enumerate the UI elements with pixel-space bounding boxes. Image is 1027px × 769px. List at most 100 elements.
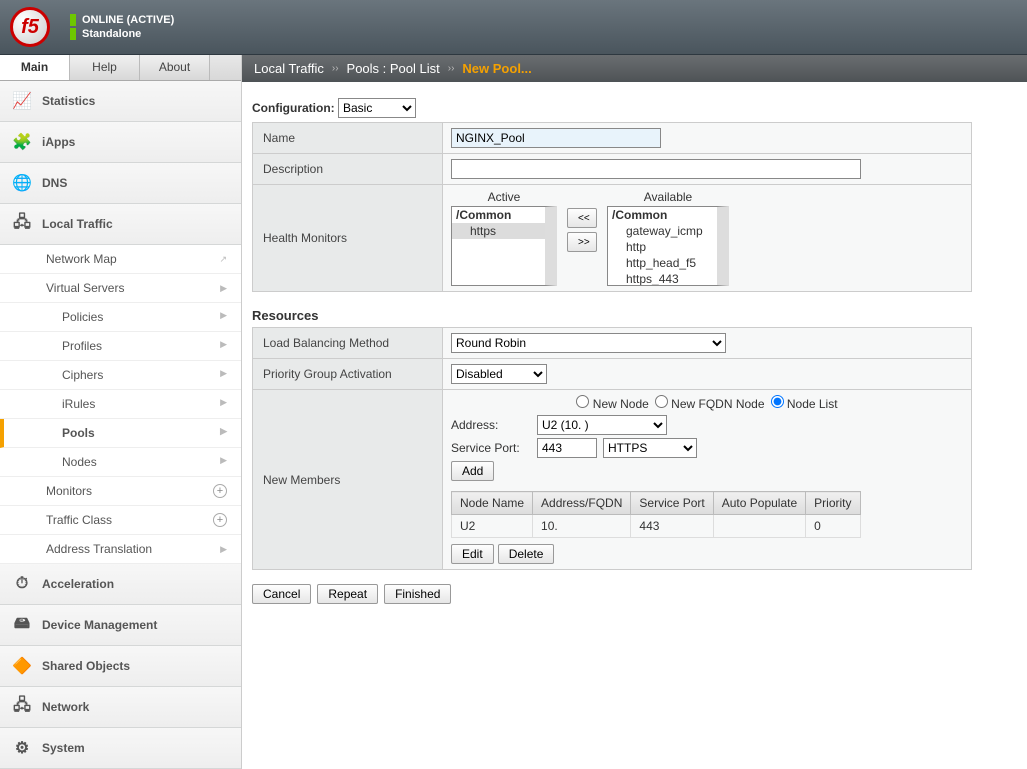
- breadcrumb-b[interactable]: Pools : Pool List: [347, 61, 440, 76]
- nav-profiles[interactable]: Profiles▶: [0, 332, 241, 361]
- nav-statistics[interactable]: 📈Statistics: [0, 81, 241, 122]
- nav-ciphers-label: Ciphers: [62, 368, 103, 382]
- radio-new-node-input[interactable]: [576, 395, 589, 408]
- radio-new-fqdn[interactable]: New FQDN Node: [655, 395, 765, 411]
- resources-heading: Resources: [252, 308, 1017, 323]
- breadcrumb: Local Traffic ›› Pools : Pool List ›› Ne…: [242, 55, 1027, 82]
- radio-new-fqdn-input[interactable]: [655, 395, 668, 408]
- nav-network[interactable]: 🖧Network: [0, 687, 241, 728]
- cell-node-name: U2: [452, 515, 533, 538]
- nav-iapps[interactable]: 🧩 iApps: [0, 122, 241, 163]
- edit-button[interactable]: Edit: [451, 544, 494, 564]
- tab-help[interactable]: Help: [70, 55, 140, 80]
- pga-label: Priority Group Activation: [253, 359, 443, 390]
- apps-icon: 🧩: [12, 132, 32, 152]
- chevron-right-icon: ▶: [220, 455, 227, 469]
- chevron-right-icon: ▶: [220, 426, 227, 440]
- lbm-select[interactable]: Round Robin: [451, 333, 726, 353]
- chevron-right-icon: ▶: [220, 310, 227, 324]
- nav-profiles-label: Profiles: [62, 339, 102, 353]
- lbm-label: Load Balancing Method: [253, 328, 443, 359]
- nav-virtual-servers[interactable]: Virtual Servers▶: [0, 274, 241, 303]
- server-icon: 🖴: [12, 615, 32, 635]
- service-protocol-select[interactable]: HTTPS: [603, 438, 697, 458]
- hm-active-listbox[interactable]: /Common https: [451, 206, 557, 286]
- hm-group-common: /Common: [452, 207, 545, 223]
- radio-node-list[interactable]: Node List: [771, 395, 838, 411]
- breadcrumb-current: New Pool...: [462, 61, 531, 76]
- breadcrumb-sep-icon: ››: [448, 63, 455, 74]
- breadcrumb-a[interactable]: Local Traffic: [254, 61, 324, 76]
- sidebar-tabs: Main Help About: [0, 55, 241, 81]
- pga-select[interactable]: Disabled: [451, 364, 547, 384]
- nav-irules[interactable]: iRules▶: [0, 390, 241, 419]
- hm-available-item[interactable]: https_443: [608, 271, 717, 286]
- nav-network-map[interactable]: Network Map ↗: [0, 245, 241, 274]
- nav-network-map-label: Network Map: [46, 252, 117, 266]
- nav-local-traffic[interactable]: 🖧Local Traffic: [0, 204, 241, 245]
- status-indicator-icon: [70, 14, 76, 26]
- cell-priority: 0: [806, 515, 860, 538]
- nav-address-translation[interactable]: Address Translation▶: [0, 535, 241, 564]
- app-header: f5 ONLINE (ACTIVE) Standalone: [0, 0, 1027, 55]
- mode-indicator-icon: [70, 28, 76, 40]
- nav-dns-label: DNS: [42, 176, 67, 190]
- hm-available-item[interactable]: gateway_icmp: [608, 223, 717, 239]
- logo-text: f5: [21, 16, 39, 39]
- sidebar: Main Help About 📈Statistics 🧩iApps 🌐DNS …: [0, 55, 242, 769]
- plus-circle-icon[interactable]: +: [213, 513, 227, 527]
- nav-traffic-class[interactable]: Traffic Class+: [0, 506, 241, 535]
- name-input[interactable]: [451, 128, 661, 148]
- nav-dns[interactable]: 🌐DNS: [0, 163, 241, 204]
- nav-monitors[interactable]: Monitors+: [0, 477, 241, 506]
- radio-new-node[interactable]: New Node: [576, 395, 648, 411]
- plus-circle-icon[interactable]: +: [213, 484, 227, 498]
- nav-shared-objects[interactable]: 🔶Shared Objects: [0, 646, 241, 687]
- tab-about[interactable]: About: [140, 55, 210, 80]
- table-row[interactable]: U2 10. 443 0: [452, 515, 861, 538]
- move-right-button[interactable]: >>: [567, 232, 597, 252]
- hm-available-item[interactable]: http_head_f5: [608, 255, 717, 271]
- members-table: Node Name Address/FQDN Service Port Auto…: [451, 491, 861, 538]
- cancel-button[interactable]: Cancel: [252, 584, 311, 604]
- hm-active-item[interactable]: https: [452, 223, 545, 239]
- chevron-right-icon: ▶: [220, 368, 227, 382]
- nav-local-traffic-label: Local Traffic: [42, 217, 113, 231]
- nav-ciphers[interactable]: Ciphers ▶: [0, 361, 241, 390]
- external-icon: ↗: [219, 254, 227, 265]
- chart-icon: 📈: [12, 91, 32, 111]
- nav-policies[interactable]: Policies ▶: [0, 303, 241, 332]
- online-status: ONLINE (ACTIVE): [82, 14, 174, 26]
- hm-available-heading: Available: [644, 190, 692, 204]
- nav-system[interactable]: ⚙System: [0, 728, 241, 769]
- nav-iapps-label: iApps: [42, 135, 75, 149]
- shapes-icon: 🔶: [12, 656, 32, 676]
- service-port-input[interactable]: [537, 438, 597, 458]
- system-icon: ⚙: [12, 738, 32, 758]
- header-status: ONLINE (ACTIVE) Standalone: [70, 14, 174, 40]
- description-input[interactable]: [451, 159, 861, 179]
- finished-button[interactable]: Finished: [384, 584, 451, 604]
- chevron-right-icon: ▶: [220, 283, 227, 294]
- hm-available-item[interactable]: http: [608, 239, 717, 255]
- repeat-button[interactable]: Repeat: [317, 584, 378, 604]
- delete-button[interactable]: Delete: [498, 544, 555, 564]
- move-left-button[interactable]: <<: [567, 208, 597, 228]
- radio-node-list-input[interactable]: [771, 395, 784, 408]
- description-label: Description: [253, 154, 443, 185]
- tab-main[interactable]: Main: [0, 55, 70, 80]
- nav-policies-label: Policies: [62, 310, 103, 324]
- nav-acceleration-label: Acceleration: [42, 577, 114, 591]
- nav-pools[interactable]: Pools▶: [0, 419, 241, 448]
- nav-nodes[interactable]: Nodes▶: [0, 448, 241, 477]
- gauge-icon: ⏱: [12, 574, 32, 594]
- name-label: Name: [253, 123, 443, 154]
- nav-device-management[interactable]: 🖴Device Management: [0, 605, 241, 646]
- add-button[interactable]: Add: [451, 461, 494, 481]
- hm-available-listbox[interactable]: /Common gateway_icmp http http_head_f5 h…: [607, 206, 729, 286]
- f5-logo: f5: [10, 7, 50, 47]
- nav-acceleration[interactable]: ⏱ Acceleration: [0, 564, 241, 605]
- mode-label: Standalone: [82, 28, 141, 40]
- configuration-select[interactable]: Basic: [338, 98, 416, 118]
- address-select[interactable]: U2 (10. ): [537, 415, 667, 435]
